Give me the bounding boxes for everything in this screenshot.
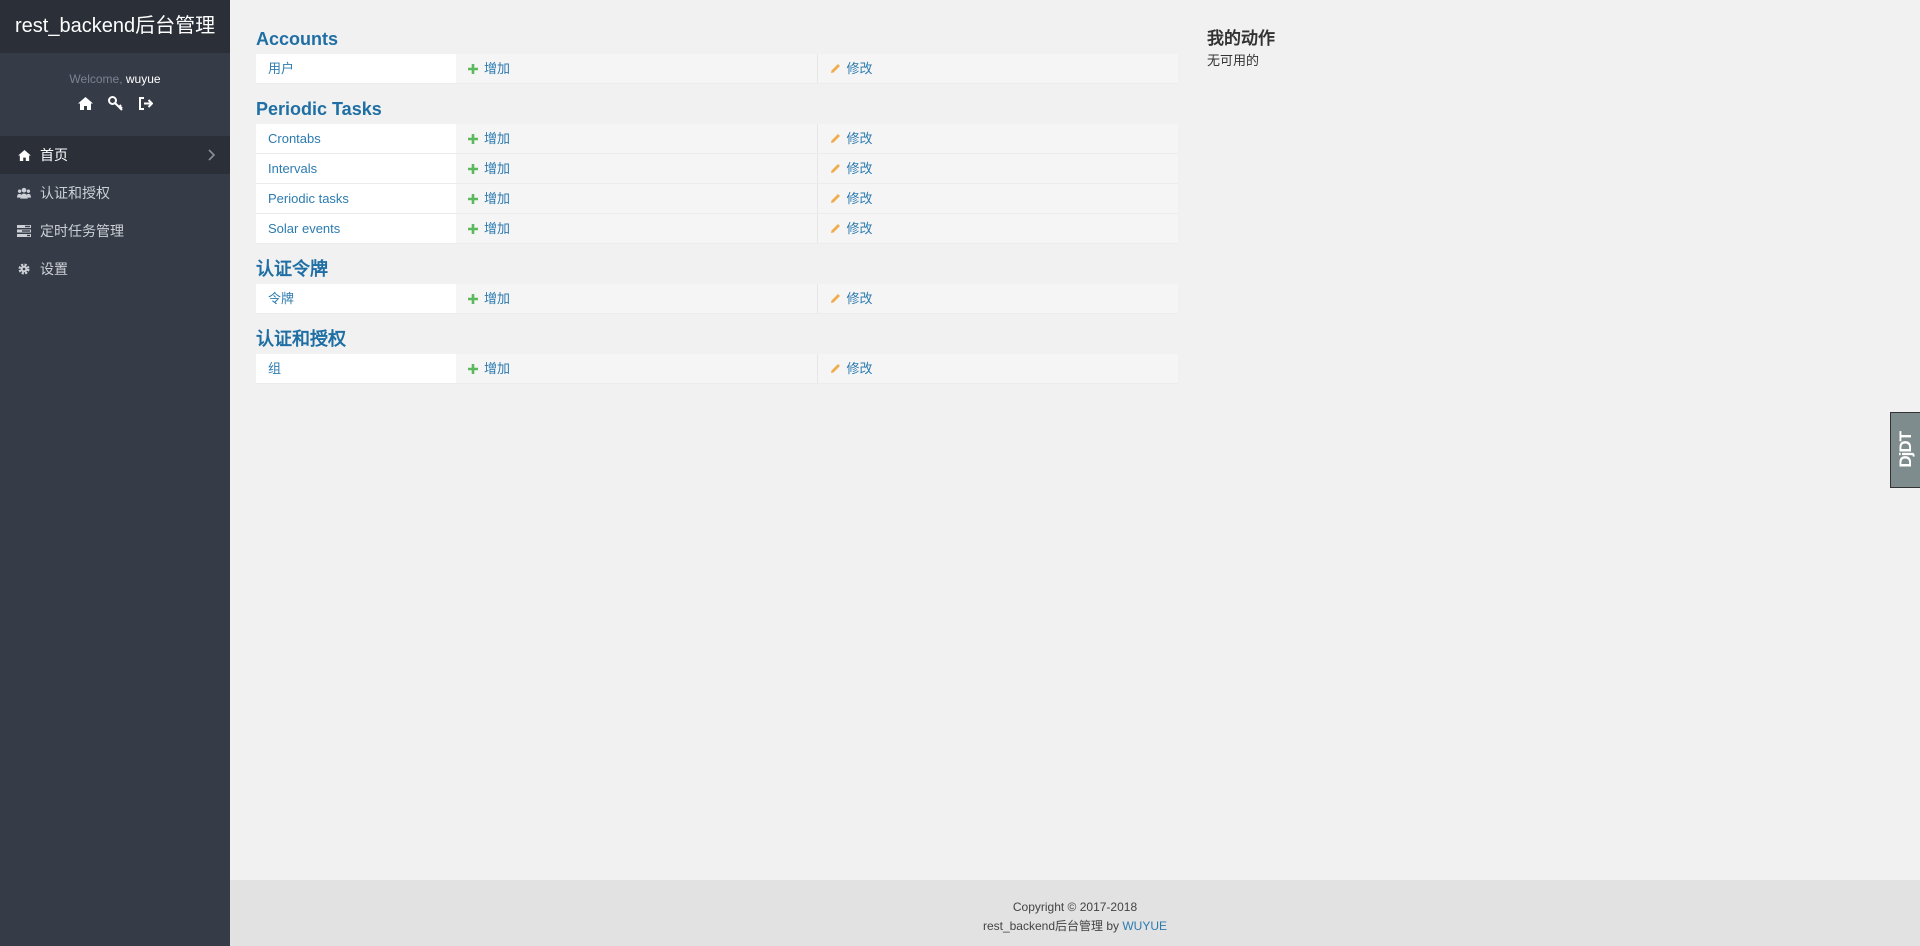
sidebar-item-auth[interactable]: 认证和授权: [0, 174, 230, 212]
add-link[interactable]: 增加: [456, 184, 818, 213]
module-auth-token: 认证令牌 令牌 增加 修改: [256, 254, 1178, 314]
add-link[interactable]: 增加: [456, 354, 818, 383]
sidebar-item-home[interactable]: 首页: [0, 136, 230, 174]
pencil-icon: [830, 194, 840, 203]
sign-out-icon[interactable]: [137, 95, 153, 111]
module-title[interactable]: 认证和授权: [256, 324, 1178, 354]
table-row: 组 增加 修改: [256, 354, 1178, 384]
welcome-text: Welcome, wuyue: [0, 72, 230, 86]
sidebar-item-label: 定时任务管理: [40, 223, 124, 239]
djdt-label: DjDT: [1895, 432, 1915, 468]
pencil-icon: [830, 134, 840, 143]
home-icon[interactable]: [77, 95, 93, 111]
debug-toolbar-handle[interactable]: DjDT: [1890, 412, 1920, 488]
pencil-icon: [830, 364, 840, 373]
users-icon: [17, 186, 31, 200]
my-actions-title: 我的动作: [1207, 29, 1275, 48]
change-link[interactable]: 修改: [817, 154, 1178, 183]
pencil-icon: [830, 294, 840, 303]
chevron-right-icon: [208, 148, 216, 164]
module-title[interactable]: Periodic Tasks: [256, 94, 1178, 124]
pencil-icon: [830, 64, 840, 73]
module-title[interactable]: Accounts: [256, 24, 1178, 54]
gear-icon: [17, 262, 31, 276]
app-title[interactable]: rest_backend后台管理: [0, 0, 230, 53]
main-content: Accounts 用户 增加 修改 Periodic Tasks Crontab…: [230, 0, 1920, 880]
change-link[interactable]: 修改: [817, 354, 1178, 383]
change-link[interactable]: 修改: [817, 124, 1178, 153]
change-link[interactable]: 修改: [817, 54, 1178, 83]
tasks-icon: [17, 224, 31, 238]
module-periodic-tasks: Periodic Tasks Crontabs 增加 修改 Intervals …: [256, 94, 1178, 244]
change-link[interactable]: 修改: [817, 184, 1178, 213]
my-actions: 我的动作 无可用的: [1207, 24, 1275, 69]
plus-icon: [468, 293, 478, 304]
plus-icon: [468, 363, 478, 374]
sidebar-item-label: 认证和授权: [40, 185, 110, 201]
module-title[interactable]: 认证令牌: [256, 254, 1178, 284]
add-link[interactable]: 增加: [456, 214, 818, 243]
sidebar: rest_backend后台管理 Welcome, wuyue 首页 认证和授权…: [0, 0, 230, 946]
plus-icon: [468, 133, 478, 144]
pencil-icon: [830, 164, 840, 173]
add-link[interactable]: 增加: [456, 124, 818, 153]
add-link[interactable]: 增加: [456, 54, 818, 83]
user-actions: [0, 95, 230, 111]
plus-icon: [468, 163, 478, 174]
model-link[interactable]: Periodic tasks: [256, 184, 456, 213]
model-link[interactable]: Intervals: [256, 154, 456, 183]
sidebar-nav: 首页 认证和授权 定时任务管理 设置: [0, 136, 230, 288]
plus-icon: [468, 63, 478, 74]
sidebar-item-label: 设置: [40, 261, 68, 277]
table-row: 用户 增加 修改: [256, 54, 1178, 84]
footer-credit-prefix: rest_backend后台管理 by: [982, 919, 1120, 933]
my-actions-empty: 无可用的: [1207, 53, 1260, 68]
change-link[interactable]: 修改: [817, 214, 1178, 243]
footer-credit: rest_backend后台管理 by WUYUE: [230, 917, 1920, 936]
table-row: Solar events 增加 修改: [256, 214, 1178, 244]
footer: Copyright © 2017-2018 rest_backend后台管理 b…: [230, 880, 1920, 946]
model-link[interactable]: 用户: [256, 54, 456, 83]
model-link[interactable]: 令牌: [256, 284, 456, 313]
sidebar-item-tasks[interactable]: 定时任务管理: [0, 212, 230, 250]
sidebar-item-label: 首页: [40, 147, 68, 163]
copyright-text: Copyright © 2017-2018: [1012, 900, 1138, 914]
table-row: Crontabs 增加 修改: [256, 124, 1178, 154]
module-auth: 认证和授权 组 增加 修改: [256, 324, 1178, 384]
plus-icon: [468, 223, 478, 234]
sidebar-item-settings[interactable]: 设置: [0, 250, 230, 288]
table-row: Intervals 增加 修改: [256, 154, 1178, 184]
app-list: Accounts 用户 增加 修改 Periodic Tasks Crontab…: [256, 24, 1178, 394]
pencil-icon: [830, 224, 840, 233]
model-link[interactable]: Crontabs: [256, 124, 456, 153]
change-link[interactable]: 修改: [817, 284, 1178, 313]
add-link[interactable]: 增加: [456, 284, 818, 313]
add-link[interactable]: 增加: [456, 154, 818, 183]
username: wuyue: [125, 72, 161, 86]
author-link[interactable]: WUYUE: [1122, 919, 1167, 933]
table-row: Periodic tasks 增加 修改: [256, 184, 1178, 214]
welcome-label: Welcome,: [69, 72, 123, 86]
model-link[interactable]: 组: [256, 354, 456, 383]
model-link[interactable]: Solar events: [256, 214, 456, 243]
home-icon: [17, 148, 31, 162]
table-row: 令牌 增加 修改: [256, 284, 1178, 314]
key-icon[interactable]: [107, 95, 123, 111]
module-accounts: Accounts 用户 增加 修改: [256, 24, 1178, 84]
plus-icon: [468, 193, 478, 204]
